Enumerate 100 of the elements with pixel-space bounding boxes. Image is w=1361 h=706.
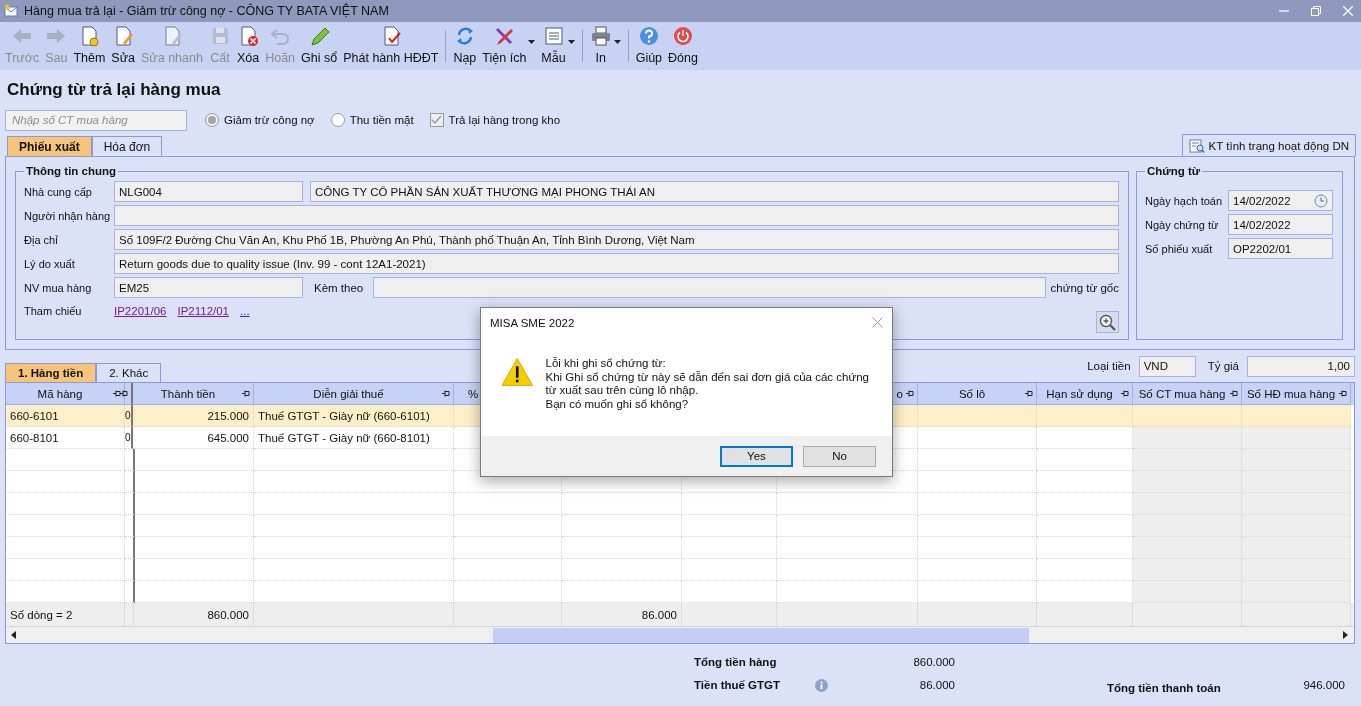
text-field[interactable]: VND <box>1138 355 1196 377</box>
section-title: Chứng từ <box>1146 165 1202 177</box>
search-field[interactable]: Nhập số CT mua hàng <box>5 109 187 131</box>
check-status-button[interactable]: KT tình trạng hoạt động DN <box>1181 134 1356 156</box>
scroll-left-icon <box>9 631 19 639</box>
pin-icon <box>1121 390 1129 397</box>
text-field[interactable]: OP2202/01 <box>1228 238 1333 259</box>
field-label: Nhà cung cấp <box>24 185 93 198</box>
total-value: 946.000 <box>1302 679 1345 691</box>
toolbar-button[interactable]: Tiện ích <box>479 22 539 70</box>
field-label: Tham chiếu <box>24 305 83 317</box>
reference-link[interactable]: IP2201/06 <box>114 305 167 317</box>
toolbar-button[interactable]: Sửa <box>108 22 139 70</box>
pin-icon <box>1230 390 1238 397</box>
toolbar-button[interactable]: In <box>586 22 624 70</box>
text-field[interactable]: Return goods due to quality issue (Inv. 99 - cont 12A1-2021) <box>114 253 1119 274</box>
toolbar-button[interactable]: Mẫu <box>538 22 578 70</box>
dialog-button[interactable]: No <box>803 445 876 467</box>
table-cell <box>125 471 135 493</box>
toolbar-button[interactable]: Đóng <box>665 22 701 70</box>
reference-link[interactable]: ... <box>240 305 250 317</box>
tab[interactable]: Phiếu xuất <box>7 136 92 156</box>
reference-link[interactable]: IP2112/01 <box>177 305 230 317</box>
date-field[interactable]: 14/02/2022 <box>1228 190 1333 211</box>
table-cell <box>125 449 135 471</box>
caret-icon <box>567 40 575 44</box>
section-title: Thông tin chung <box>25 165 118 177</box>
page-title: Chứng từ trả lại hàng mua <box>6 79 222 101</box>
table-cell <box>125 537 135 559</box>
toolbar-button[interactable]: Giúp <box>632 22 666 70</box>
text-field[interactable]: 14/02/2022 <box>1228 214 1333 235</box>
window-title: Hàng mua trả lại - Giảm trừ công nợ - CÔNG TY BATA VIỆT NAM <box>24 4 390 18</box>
table-cell: 0 <box>125 427 133 449</box>
app-icon <box>4 4 18 18</box>
field-label: Ngày chứng từ <box>1145 218 1220 231</box>
field-label: Tỷ giá <box>1207 360 1239 372</box>
radio-option[interactable]: Thu tiền mặt <box>330 113 414 127</box>
text-field[interactable] <box>373 277 1046 298</box>
field-label: Người nhận hàng <box>24 209 112 222</box>
printer-icon <box>589 25 612 47</box>
text-field[interactable]: CÔNG TY CỔ PHẦN SẢN XUẤT THƯƠNG MẠI PHONG THÁI AN <box>310 181 1119 202</box>
text-field[interactable]: Số 109F/2 Đường Chu Văn An, Khu Phố 1B, Phường An Phú, Thành phố Thuận An, Tỉnh Bình Dương, Việt Nam <box>114 229 1119 250</box>
tab[interactable]: Hóa đơn <box>91 136 163 156</box>
pin-icon <box>1025 390 1033 397</box>
power-icon <box>672 25 694 47</box>
pencil-icon <box>308 25 331 47</box>
dialog-message: Khi Ghi sổ chứng từ này sẽ dẫn đến sai đơn giá của các chứng từ xuất sau trên cùng lô nhập. <box>545 370 870 398</box>
tools-icon <box>493 25 516 47</box>
table-cell: 645.000 <box>133 427 254 449</box>
toolbar-button[interactable]: Ghi sổ <box>298 22 341 70</box>
tab[interactable]: 1. Hàng tiền <box>5 363 97 382</box>
text-field[interactable]: 1,00 <box>1247 355 1355 377</box>
dialog-button[interactable]: Yes <box>720 445 793 467</box>
clock-icon <box>1314 193 1328 208</box>
field-label: Loại tiền <box>1087 360 1131 372</box>
table-cell <box>125 559 135 581</box>
total-label: Tổng tiền thanh toán <box>1107 682 1222 694</box>
magnifier-document-icon <box>1188 137 1205 154</box>
field-label: chứng từ gốc <box>1050 281 1119 294</box>
zoom-in-icon <box>1099 313 1116 331</box>
dialog-message: Bạn có muốn ghi sổ không? <box>545 397 690 411</box>
field-label: Kèm theo <box>314 281 364 294</box>
table-cell: Thuế GTGT - Giày nữ (660-6101) <box>254 405 454 427</box>
table-cell <box>125 493 135 515</box>
table-cell: Thuế GTGT - Giày nữ (660-8101) <box>254 427 454 449</box>
tab[interactable]: 2. Khác <box>96 363 162 382</box>
text-field[interactable] <box>114 205 1119 226</box>
text-field[interactable]: NLG004 <box>114 181 303 202</box>
table-cell <box>125 515 135 537</box>
pin-icon <box>1339 390 1347 397</box>
field-label: Số phiếu xuất <box>1145 242 1214 255</box>
total-value: 86.000 <box>918 679 955 691</box>
text-field[interactable]: EM25 <box>114 277 303 298</box>
field-label: Lý do xuất <box>24 257 76 270</box>
caret-icon <box>528 40 536 44</box>
total-label: Tổng tiền hàng <box>694 656 778 668</box>
table-cell: 660-6101 <box>6 405 125 427</box>
zoom-button[interactable] <box>1096 311 1119 333</box>
table-cell: 660-8101 <box>6 427 125 449</box>
field-label: NV mua hàng <box>24 281 93 294</box>
pin-icon <box>442 390 450 397</box>
restore-icon[interactable] <box>1311 6 1321 16</box>
total-label: Tiền thuế GTGT <box>694 679 782 691</box>
toolbar-button[interactable]: Nạp <box>450 22 480 70</box>
info-icon[interactable] <box>815 678 828 692</box>
toolbar-button[interactable]: Phát hành HĐĐT <box>340 22 442 70</box>
close-icon[interactable] <box>872 317 883 328</box>
warning-icon <box>501 357 534 387</box>
horizontal-scrollbar[interactable] <box>6 626 1354 643</box>
table-cell: 215.000 <box>133 405 254 427</box>
field-label: Địa chỉ <box>24 233 59 246</box>
toolbar-button[interactable]: Thêm <box>70 22 109 70</box>
total-value: 860.000 <box>912 656 955 668</box>
scroll-right-icon <box>1340 631 1350 639</box>
dialog-title: MISA SME 2022 <box>490 316 575 329</box>
field-label: Ngày hạch toán <box>1145 194 1224 207</box>
caret-icon <box>613 40 621 44</box>
pin-icon <box>242 390 250 397</box>
pin-icon <box>906 390 914 397</box>
toolbar-button[interactable]: Xóa <box>233 22 263 70</box>
